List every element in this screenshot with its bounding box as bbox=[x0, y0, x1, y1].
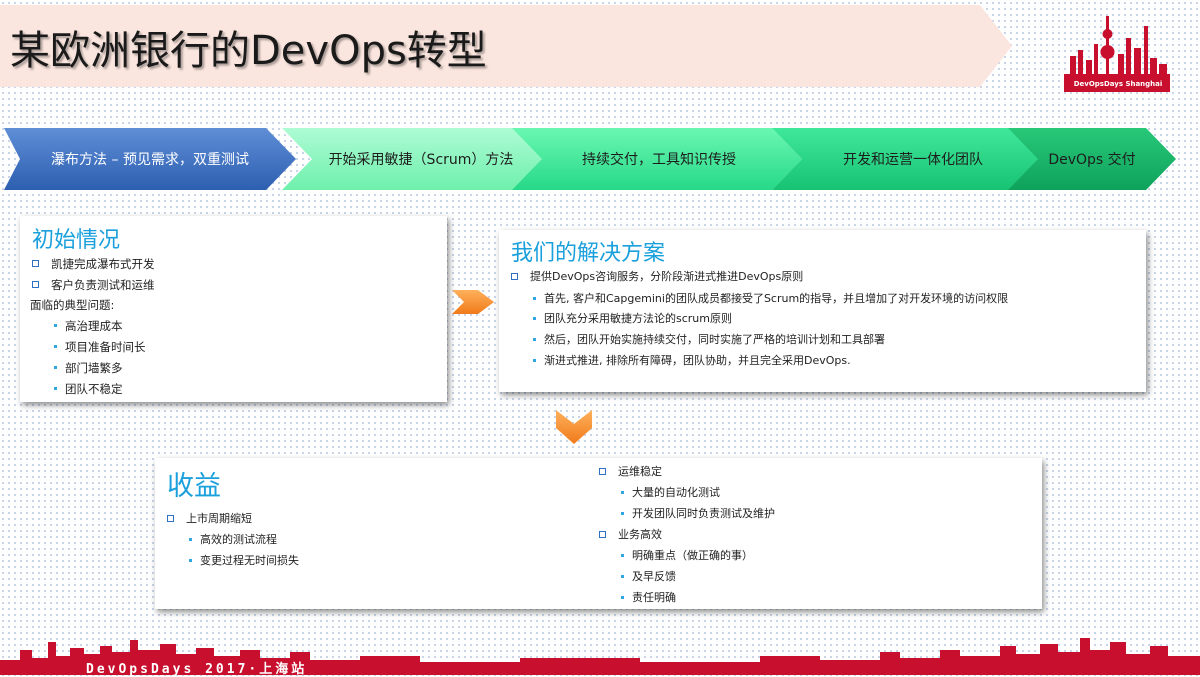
solution-panel: 我们的解决方案 提供DevOps咨询服务，分阶段渐进式推进DevOps原则 首先… bbox=[499, 230, 1146, 392]
solution-item: 首先, 客户和Capgemini的团队成员都接受了Scrum的指导，并且增加了对… bbox=[533, 290, 1008, 306]
benefit-group-label: 业务高效 bbox=[599, 526, 662, 542]
dot-bullet-icon bbox=[621, 511, 624, 515]
dot-bullet-icon bbox=[533, 337, 536, 341]
benefits-heading: 收益 bbox=[167, 471, 221, 502]
solution-heading: 我们的解决方案 bbox=[511, 241, 666, 266]
dot-bullet-icon bbox=[54, 345, 57, 348]
stage-4: 开发和运营一体化团队 bbox=[772, 128, 1042, 190]
benefit-item: 开发团队同时负责测试及维护 bbox=[621, 505, 775, 521]
benefit-group-label: 上市周期缩短 bbox=[167, 510, 252, 526]
square-bullet-icon bbox=[511, 272, 518, 280]
square-bullet-icon bbox=[32, 260, 39, 267]
benefit-item: 变更过程无时间损失 bbox=[189, 552, 299, 568]
problem-item: 团队不稳定 bbox=[54, 381, 123, 397]
dot-bullet-icon bbox=[533, 316, 536, 320]
dot-bullet-icon bbox=[533, 296, 536, 300]
solution-item: 团队充分采用敏捷方法论的scrum原则 bbox=[533, 310, 732, 326]
square-bullet-icon bbox=[32, 281, 39, 288]
stage-4-label: 开发和运营一体化团队 bbox=[843, 152, 983, 168]
benefit-item: 责任明确 bbox=[621, 589, 676, 605]
stage-5-label: DevOps 交付 bbox=[1048, 152, 1136, 168]
benefit-item: 明确重点（做正确的事） bbox=[621, 547, 753, 563]
dot-bullet-icon bbox=[621, 553, 624, 557]
stage-2: 开始采用敏捷（Scrum）方法 bbox=[282, 128, 544, 190]
square-bullet-icon bbox=[599, 467, 606, 475]
initial-bullet: 客户负责测试和运维 bbox=[32, 277, 155, 293]
dot-bullet-icon bbox=[533, 358, 536, 362]
benefit-item: 及早反馈 bbox=[621, 568, 676, 584]
stage-2-label: 开始采用敏捷（Scrum）方法 bbox=[328, 152, 514, 168]
initial-heading: 初始情况 bbox=[32, 228, 121, 253]
initial-bullet: 凯捷完成瀑布式开发 bbox=[32, 256, 155, 272]
problem-item: 高治理成本 bbox=[54, 318, 123, 334]
square-bullet-icon bbox=[167, 514, 174, 522]
benefit-group-label: 运维稳定 bbox=[599, 463, 662, 479]
dot-bullet-icon bbox=[189, 558, 192, 562]
problem-item: 部门墙繁多 bbox=[54, 360, 123, 376]
stage-1: 瀑布方法 – 预见需求，双重测试 bbox=[4, 128, 296, 190]
stage-3-label: 持续交付，工具知识传授 bbox=[582, 152, 736, 168]
orange-arrow-down-icon bbox=[556, 410, 592, 444]
stage-chevrons: 瀑布方法 – 预见需求，双重测试 开始采用敏捷（Scrum）方法 持续交付，工具… bbox=[0, 128, 1200, 190]
dot-bullet-icon bbox=[621, 574, 624, 578]
page-title: 某欧洲银行的DevOps转型 bbox=[10, 28, 487, 74]
benefit-item: 高效的测试流程 bbox=[189, 531, 277, 547]
dot-bullet-icon bbox=[621, 595, 624, 599]
dot-bullet-icon bbox=[54, 366, 57, 369]
dot-bullet-icon bbox=[54, 387, 57, 390]
solution-bullet: 提供DevOps咨询服务，分阶段渐进式推进DevOps原则 bbox=[511, 268, 803, 284]
benefit-item: 大量的自动化测试 bbox=[621, 484, 720, 500]
footer-text: DevOpsDays 2017·上海站 bbox=[86, 662, 308, 677]
solution-item: 然后，团队开始实施持续交付，同时实施了严格的培训计划和工具部署 bbox=[533, 331, 885, 347]
stage-1-label: 瀑布方法 – 预见需求，双重测试 bbox=[51, 152, 249, 168]
dot-bullet-icon bbox=[54, 324, 57, 327]
orange-arrow-right-icon bbox=[452, 290, 494, 314]
logo-text: DevOpsDays Shanghai bbox=[1073, 80, 1163, 88]
dot-bullet-icon bbox=[621, 490, 624, 494]
dot-bullet-icon bbox=[189, 537, 192, 541]
stage-3: 持续交付，工具知识传授 bbox=[512, 128, 802, 190]
problem-item: 项目准备时间长 bbox=[54, 339, 146, 355]
initial-situation-panel: 初始情况 凯捷完成瀑布式开发 客户负责测试和运维 面临的典型问题: 高治理成本 … bbox=[20, 216, 447, 402]
problems-label: 面临的典型问题: bbox=[30, 298, 115, 312]
solution-item: 渐进式推进, 排除所有障碍，团队协助，并且完全采用DevOps. bbox=[533, 352, 851, 368]
square-bullet-icon bbox=[599, 530, 606, 538]
benefits-panel: 收益 上市周期缩短 高效的测试流程 变更过程无时间损失 运维稳定 大量的自动化测… bbox=[155, 458, 1042, 609]
